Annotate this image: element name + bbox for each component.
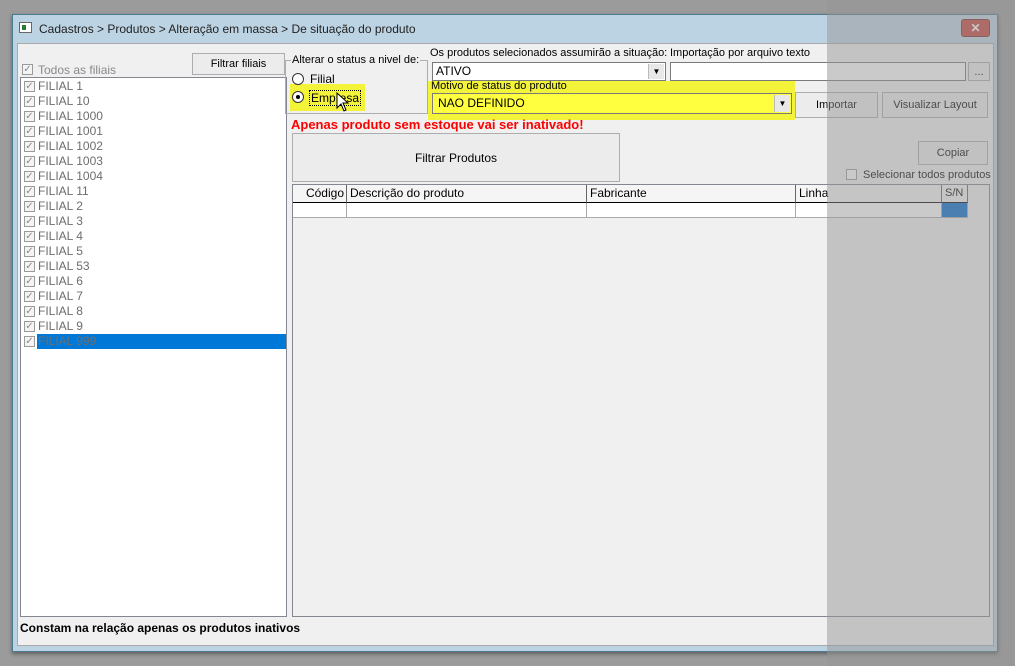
grid-cell[interactable] [293, 203, 347, 218]
select-all-checkbox[interactable] [846, 169, 857, 180]
radio-filial-label: Filial [310, 72, 335, 86]
branch-label: FILIAL 6 [38, 274, 83, 288]
column-header-sn[interactable]: S/N [942, 185, 968, 203]
branch-checkbox[interactable]: ✓ [24, 261, 35, 272]
column-header-line[interactable]: Linha [796, 185, 942, 203]
branch-checkbox[interactable]: ✓ [24, 186, 35, 197]
reason-combo[interactable]: NAO DEFINIDO ▼ [432, 93, 792, 114]
level-legend: Alterar o status a nivel de: [291, 54, 421, 66]
reason-label: Motivo de status do produto [431, 80, 567, 92]
branch-item[interactable]: ✓ FILIAL 1 [23, 79, 286, 94]
branch-item[interactable]: ✓ FILIAL 999 [23, 334, 286, 349]
branch-label: FILIAL 7 [38, 289, 83, 303]
branch-item[interactable]: ✓ FILIAL 4 [23, 229, 286, 244]
branch-checkbox[interactable]: ✓ [24, 336, 35, 347]
branch-item[interactable]: ✓ FILIAL 5 [23, 244, 286, 259]
view-layout-button[interactable]: Visualizar Layout [882, 92, 988, 118]
select-all-label: Selecionar todos produtos [863, 169, 991, 181]
branch-label: FILIAL 1001 [38, 124, 103, 138]
copy-button[interactable]: Copiar [918, 141, 988, 165]
situation-label: Os produtos selecionados assumirão a sit… [430, 47, 668, 59]
branch-checkbox[interactable]: ✓ [24, 111, 35, 122]
branch-label: FILIAL 4 [38, 229, 83, 243]
branch-label: FILIAL 9 [38, 319, 83, 333]
grid-cell-sn[interactable] [942, 203, 968, 218]
chevron-down-icon[interactable]: ▼ [648, 64, 664, 79]
products-grid[interactable]: Código Descrição do produto Fabricante L… [292, 184, 990, 617]
branch-item[interactable]: ✓ FILIAL 1002 [23, 139, 286, 154]
branch-label: FILIAL 3 [38, 214, 83, 228]
branch-label: FILIAL 10 [38, 94, 90, 108]
all-branches-checkbox[interactable]: ✓ [22, 64, 33, 75]
branch-checkbox[interactable]: ✓ [24, 246, 35, 257]
branch-checkbox[interactable]: ✓ [24, 291, 35, 302]
branch-label: FILIAL 1003 [38, 154, 103, 168]
branch-item[interactable]: ✓ FILIAL 7 [23, 289, 286, 304]
branch-item[interactable]: ✓ FILIAL 2 [23, 199, 286, 214]
grid-cell[interactable] [796, 203, 942, 218]
branch-item[interactable]: ✓ FILIAL 3 [23, 214, 286, 229]
browse-button[interactable]: ... [968, 62, 990, 81]
column-header-code[interactable]: Código [293, 185, 347, 203]
branch-label: FILIAL 53 [38, 259, 90, 273]
branch-label: FILIAL 1004 [38, 169, 103, 183]
branch-label: FILIAL 1002 [38, 139, 103, 153]
filter-branches-button[interactable]: Filtrar filiais [192, 53, 285, 75]
branch-item[interactable]: ✓ FILIAL 11 [23, 184, 286, 199]
import-button[interactable]: Importar [795, 92, 878, 118]
branch-item[interactable]: ✓ FILIAL 6 [23, 274, 286, 289]
branch-checkbox[interactable]: ✓ [24, 276, 35, 287]
branch-checkbox[interactable]: ✓ [24, 141, 35, 152]
radio-empresa[interactable] [292, 91, 304, 103]
column-header-manufacturer[interactable]: Fabricante [587, 185, 796, 203]
import-file-input[interactable] [670, 62, 966, 81]
branch-item[interactable]: ✓ FILIAL 1003 [23, 154, 286, 169]
branch-checkbox[interactable]: ✓ [24, 96, 35, 107]
branch-label: FILIAL 1 [38, 79, 83, 93]
branch-checkbox[interactable]: ✓ [24, 306, 35, 317]
warning-text: Apenas produto sem estoque vai ser inati… [291, 117, 584, 132]
import-label: Importação por arquivo texto [670, 47, 811, 59]
branch-item[interactable]: ✓ FILIAL 8 [23, 304, 286, 319]
branch-label: FILIAL 2 [38, 199, 83, 213]
branch-item[interactable]: ✓ FILIAL 10 [23, 94, 286, 109]
branch-checkbox[interactable]: ✓ [24, 171, 35, 182]
window-title: Cadastros > Produtos > Alteração em mass… [39, 22, 416, 36]
all-branches-label: Todos as filiais [38, 63, 117, 77]
filter-products-button[interactable]: Filtrar Produtos [292, 133, 620, 182]
branch-item[interactable]: ✓ FILIAL 9 [23, 319, 286, 334]
grid-cell[interactable] [347, 203, 587, 218]
branch-list[interactable]: ✓ FILIAL 1 ✓ FILIAL 10 ✓ FILIAL 1000 ✓ FILIAL 1… [20, 77, 287, 617]
footer-note: Constam na relação apenas os produtos in… [20, 621, 301, 635]
situation-combo[interactable]: ATIVO ▼ [432, 62, 666, 81]
branch-checkbox[interactable]: ✓ [24, 156, 35, 167]
branch-item[interactable]: ✓ FILIAL 1001 [23, 124, 286, 139]
column-header-description[interactable]: Descrição do produto [347, 185, 587, 203]
branch-checkbox[interactable]: ✓ [24, 321, 35, 332]
branch-item[interactable]: ✓ FILIAL 1000 [23, 109, 286, 124]
branch-checkbox[interactable]: ✓ [24, 126, 35, 137]
branch-item[interactable]: ✓ FILIAL 53 [23, 259, 286, 274]
situation-value: ATIVO [436, 64, 472, 78]
branch-label: FILIAL 8 [38, 304, 83, 318]
radio-filial[interactable] [292, 73, 304, 85]
branch-checkbox[interactable]: ✓ [24, 201, 35, 212]
branch-label: FILIAL 11 [38, 184, 89, 198]
branch-label: FILIAL 1000 [38, 109, 103, 123]
mouse-cursor-icon [336, 92, 350, 112]
branch-label: FILIAL 5 [38, 244, 83, 258]
branch-checkbox[interactable]: ✓ [24, 81, 35, 92]
reason-value: NAO DEFINIDO [438, 96, 525, 110]
close-button[interactable]: ✕ [961, 19, 990, 37]
chevron-down-icon[interactable]: ▼ [774, 95, 790, 112]
branch-checkbox[interactable]: ✓ [24, 216, 35, 227]
branch-item[interactable]: ✓ FILIAL 1004 [23, 169, 286, 184]
branch-label: FILIAL 999 [37, 334, 286, 349]
branch-checkbox[interactable]: ✓ [24, 231, 35, 242]
grid-cell[interactable] [587, 203, 796, 218]
